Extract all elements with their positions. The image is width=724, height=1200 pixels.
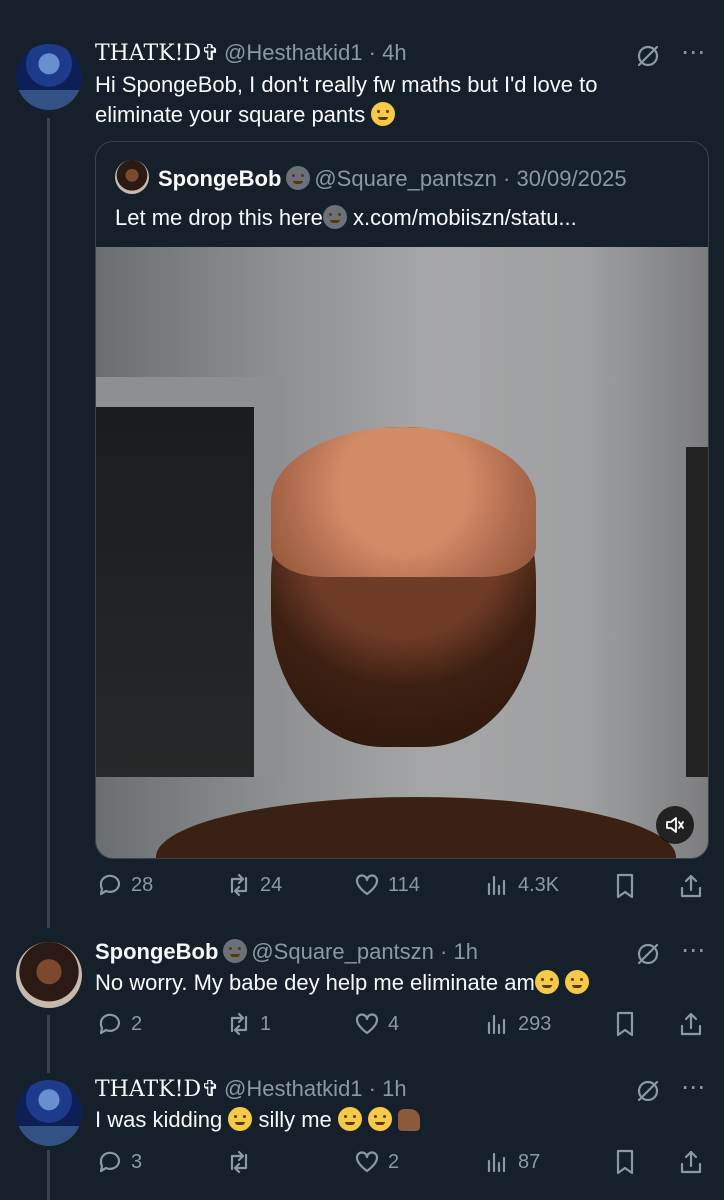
heart-icon (355, 1013, 379, 1035)
views-icon (487, 1152, 506, 1173)
thumbs-up-emoji-icon (398, 1109, 421, 1131)
avatar[interactable] (16, 942, 82, 1008)
sweat-smile-emoji-icon (228, 1107, 253, 1131)
reply-count: 2 (131, 1012, 143, 1035)
avatar[interactable] (16, 1080, 82, 1146)
speaker-muted-icon (666, 817, 684, 833)
video-subject-scalp (271, 427, 536, 577)
laughing-emoji-icon (371, 102, 396, 126)
tweet-text-content: No worry. My babe dey help me eliminate … (95, 970, 535, 995)
like-count: 114 (388, 873, 420, 896)
tweet-text: Hi SpongeBob, I don't really fw maths bu… (95, 70, 675, 130)
quoted-text: Let me drop this here x.com/mobiiszn/sta… (115, 203, 577, 233)
grok-icon[interactable] (634, 940, 662, 968)
sweat-smile-emoji-icon (368, 1107, 393, 1131)
kissing-emoji-icon (534, 970, 559, 994)
handle[interactable]: @Hesthatkid1 · 1h (224, 1076, 407, 1101)
retweet-icon (230, 1150, 248, 1174)
quoted-link[interactable]: x.com/mobiiszn/statu... (353, 205, 577, 230)
share-icon[interactable] (678, 872, 704, 900)
tweet-text: No worry. My babe dey help me eliminate … (95, 968, 589, 998)
quoted-tweet[interactable]: SpongeBob @Square_pantszn · 30/09/2025 L… (95, 141, 709, 859)
thread-line (47, 118, 50, 928)
more-options-icon[interactable]: ⋯ (681, 936, 705, 965)
like-count: 2 (388, 1150, 400, 1173)
display-name[interactable]: THATK!D✞ (95, 1077, 220, 1102)
quoted-text-content: Let me drop this here (115, 205, 323, 230)
handle[interactable]: @Hesthatkid1 · 4h (224, 40, 407, 65)
background-door-dark (96, 407, 254, 777)
quoted-header: SpongeBob @Square_pantszn · 30/09/2025 (158, 166, 627, 192)
tweet-text-content: Hi SpongeBob, I don't really fw maths bu… (95, 72, 598, 127)
like-button[interactable]: 114 (354, 872, 420, 898)
view-count: 4.3K (518, 873, 560, 896)
views-button[interactable]: 4.3K (484, 872, 559, 898)
handle: @Square_pantszn · 30/09/2025 (314, 166, 627, 191)
retweet-icon (230, 873, 248, 897)
grok-icon[interactable] (634, 1077, 662, 1105)
bookmark-icon[interactable] (612, 1148, 638, 1176)
reply-count: 28 (131, 873, 154, 896)
views-button[interactable]: 293 (484, 1011, 551, 1037)
more-options-icon[interactable]: ⋯ (681, 1073, 705, 1102)
view-count: 293 (518, 1012, 552, 1035)
reply-icon (99, 874, 121, 896)
reply-button[interactable]: 28 (97, 872, 153, 898)
views-icon (487, 1014, 506, 1035)
tweet-text-content: silly me (258, 1107, 332, 1132)
retweet-button[interactable] (226, 1149, 260, 1175)
tweet-text: I was kidding silly me (95, 1105, 421, 1135)
background-right (686, 447, 708, 777)
video-subject-shoulders (156, 797, 676, 858)
retweet-icon (230, 1012, 248, 1036)
like-count: 4 (388, 1012, 400, 1035)
heart-icon (355, 874, 379, 896)
handle[interactable]: @Square_pantszn · 1h (251, 939, 478, 964)
view-count: 87 (518, 1150, 541, 1173)
reply-icon (99, 1151, 121, 1173)
retweet-count: 24 (260, 873, 283, 896)
mute-button[interactable] (656, 806, 694, 844)
video-player[interactable] (96, 247, 708, 858)
display-name[interactable]: SpongeBob (95, 939, 218, 964)
like-button[interactable]: 2 (354, 1149, 399, 1175)
kissing-emoji-icon (564, 970, 589, 994)
reply-icon (99, 1013, 121, 1035)
retweet-button[interactable]: 1 (226, 1011, 271, 1037)
share-icon[interactable] (678, 1148, 704, 1176)
thread-line (47, 1150, 50, 1200)
tweet-text-content: I was kidding (95, 1107, 223, 1132)
bookmark-icon[interactable] (612, 1010, 638, 1038)
more-options-icon[interactable]: ⋯ (681, 38, 705, 67)
reply-button[interactable]: 2 (97, 1011, 142, 1037)
moon-emoji-icon (322, 205, 347, 229)
display-name: SpongeBob (158, 166, 282, 191)
tweet-header: THATK!D✞ @Hesthatkid1 · 1h (95, 1076, 407, 1102)
display-name[interactable]: THATK!D✞ (95, 41, 220, 66)
retweet-button[interactable]: 24 (226, 872, 282, 898)
heart-icon (355, 1151, 379, 1173)
tweet-header: SpongeBob @Square_pantszn · 1h (95, 939, 478, 965)
thread-line (47, 1015, 50, 1073)
share-icon[interactable] (678, 1010, 704, 1038)
retweet-count: 1 (260, 1012, 272, 1035)
views-icon (487, 875, 506, 896)
tweet-header: THATK!D✞ @Hesthatkid1 · 4h (95, 40, 407, 66)
bookmark-icon[interactable] (612, 872, 638, 900)
reply-button[interactable]: 3 (97, 1149, 142, 1175)
grok-icon[interactable] (634, 42, 662, 70)
sweat-smile-emoji-icon (337, 1107, 362, 1131)
moon-emoji-icon (222, 939, 247, 963)
like-button[interactable]: 4 (354, 1011, 399, 1037)
reply-count: 3 (131, 1150, 143, 1173)
views-button[interactable]: 87 (484, 1149, 540, 1175)
moon-emoji-icon (285, 166, 310, 190)
avatar (115, 160, 149, 194)
avatar[interactable] (16, 44, 82, 110)
